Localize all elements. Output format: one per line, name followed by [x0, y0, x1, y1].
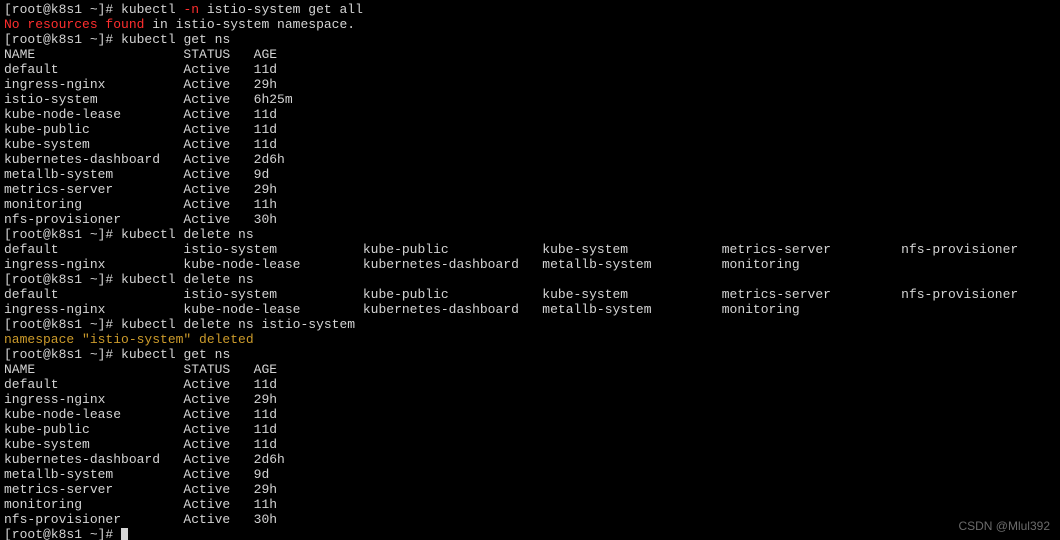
ns-row: metallb-system Active 9d: [4, 467, 1056, 482]
cursor-block-icon: [121, 528, 128, 540]
completion-row: ingress-nginx kube-node-lease kubernetes…: [4, 257, 1056, 272]
ns-row: ingress-nginx Active 29h: [4, 77, 1056, 92]
ns-row: kubernetes-dashboard Active 2d6h: [4, 452, 1056, 467]
cmd-line: [root@k8s1 ~]# kubectl delete ns: [4, 227, 1056, 242]
ns-row: nfs-provisioner Active 30h: [4, 212, 1056, 227]
ns-row: kube-public Active 11d: [4, 422, 1056, 437]
ns-row: default Active 11d: [4, 62, 1056, 77]
shell-prompt: [root@k8s1 ~]#: [4, 2, 121, 17]
cmd-line-current[interactable]: [root@k8s1 ~]#: [4, 527, 1056, 540]
cmd-line: [root@k8s1 ~]# kubectl delete ns istio-s…: [4, 317, 1056, 332]
cmd-line: [root@k8s1 ~]# kubectl get ns: [4, 32, 1056, 47]
cmd-line: [root@k8s1 ~]# kubectl get ns: [4, 347, 1056, 362]
ns-row: ingress-nginx Active 29h: [4, 392, 1056, 407]
ns-row: metrics-server Active 29h: [4, 482, 1056, 497]
ns-row: nfs-provisioner Active 30h: [4, 512, 1056, 527]
ns-row: kube-public Active 11d: [4, 122, 1056, 137]
shell-prompt: [root@k8s1 ~]#: [4, 317, 121, 332]
ns-row: kubernetes-dashboard Active 2d6h: [4, 152, 1056, 167]
ns-row: kube-node-lease Active 11d: [4, 107, 1056, 122]
shell-prompt: [root@k8s1 ~]#: [4, 32, 121, 47]
shell-prompt: [root@k8s1 ~]#: [4, 527, 121, 540]
ns-row: kube-system Active 11d: [4, 137, 1056, 152]
ns-row: istio-system Active 6h25m: [4, 92, 1056, 107]
output-error: No resources found in istio-system names…: [4, 17, 1056, 32]
ns-row: metallb-system Active 9d: [4, 167, 1056, 182]
ns-row: monitoring Active 11h: [4, 197, 1056, 212]
cmd-line: [root@k8s1 ~]# kubectl delete ns: [4, 272, 1056, 287]
completion-row: default istio-system kube-public kube-sy…: [4, 287, 1056, 302]
ns-header: NAME STATUS AGE: [4, 362, 1056, 377]
output-delete: namespace "istio-system" deleted: [4, 332, 1056, 347]
ns-header: NAME STATUS AGE: [4, 47, 1056, 62]
ns-row: default Active 11d: [4, 377, 1056, 392]
completion-row: default istio-system kube-public kube-sy…: [4, 242, 1056, 257]
ns-row: kube-node-lease Active 11d: [4, 407, 1056, 422]
ns-row: kube-system Active 11d: [4, 437, 1056, 452]
shell-prompt: [root@k8s1 ~]#: [4, 347, 121, 362]
completion-row: ingress-nginx kube-node-lease kubernetes…: [4, 302, 1056, 317]
ns-row: monitoring Active 11h: [4, 497, 1056, 512]
shell-prompt: [root@k8s1 ~]#: [4, 272, 121, 287]
shell-prompt: [root@k8s1 ~]#: [4, 227, 121, 242]
cmd-line: [root@k8s1 ~]# kubectl -n istio-system g…: [4, 2, 1056, 17]
terminal-viewport[interactable]: [root@k8s1 ~]# kubectl -n istio-system g…: [0, 0, 1060, 540]
watermark: CSDN @Mlul392: [958, 519, 1050, 534]
ns-row: metrics-server Active 29h: [4, 182, 1056, 197]
